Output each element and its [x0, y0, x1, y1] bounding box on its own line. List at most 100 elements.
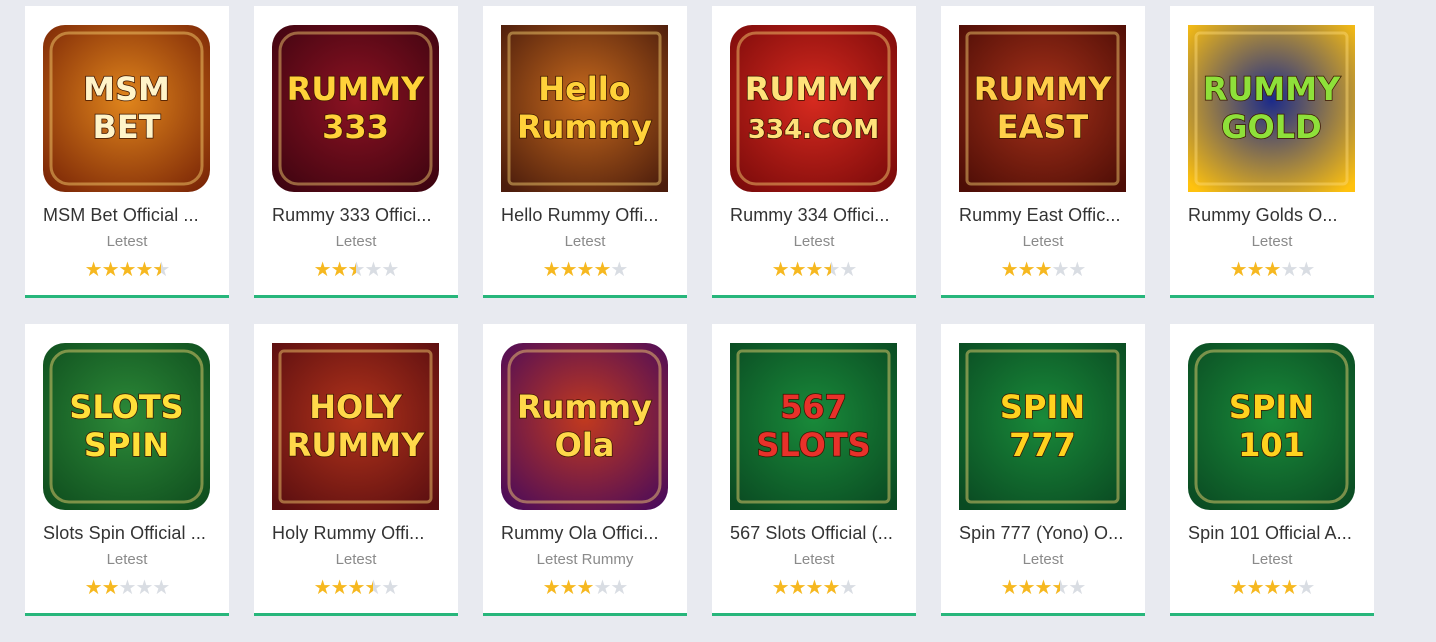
star-icon: ★ — [1297, 259, 1315, 281]
star-icon: ★ — [135, 577, 153, 599]
app-icon-image[interactable]: RUMMY GOLD — [1188, 25, 1355, 192]
star-rating: ★★★★★ — [254, 260, 458, 280]
svg-text:Rummy: Rummy — [517, 388, 652, 426]
app-title[interactable]: Rummy 334 Offici... — [730, 205, 902, 226]
svg-text:SLOTS: SLOTS — [756, 426, 870, 464]
svg-text:Ola: Ola — [555, 426, 615, 464]
star-icon: ★ — [805, 577, 824, 599]
app-card[interactable]: HOLY RUMMY Holy Rummy Offi... Letest ★★★★ ★ — [254, 324, 458, 616]
app-subtitle: Letest — [1022, 551, 1064, 568]
star-icon: ★ — [135, 259, 153, 281]
app-card[interactable]: Hello Rummy Hello Rummy Offi... Letest ★★★★★ — [483, 6, 687, 298]
app-grid: MSMBETMSM Bet Official ...Letest★★★★★RUM… — [25, 6, 1374, 616]
star-rating: ★★★★★ — [254, 578, 458, 598]
star-icon: ★ — [313, 577, 332, 599]
app-title[interactable]: 567 Slots Official (... — [730, 523, 902, 544]
star-rating: ★★★★★ — [25, 578, 229, 598]
svg-text:RUMMY: RUMMY — [287, 426, 425, 464]
svg-text:RUMMY: RUMMY — [745, 70, 883, 108]
star-icon: ★ — [1263, 259, 1282, 281]
star-icon: ★ — [152, 260, 170, 280]
star-rating: ★★★★★ — [1170, 578, 1374, 598]
app-icon-image[interactable]: Hello Rummy — [501, 25, 668, 192]
app-card[interactable]: 567 SLOTS 567 Slots Official (... Letest ★★★… — [712, 324, 916, 616]
app-title[interactable]: Rummy East Offic... — [959, 205, 1131, 226]
star-icon: ★ — [1246, 577, 1265, 599]
svg-text:SPIN: SPIN — [1000, 388, 1085, 426]
app-title[interactable]: Spin 777 (Yono) O... — [959, 523, 1131, 544]
star-icon: ★ — [1229, 259, 1248, 281]
star-icon: ★ — [559, 259, 578, 281]
star-icon: ★ — [118, 259, 137, 281]
star-icon: ★ — [1229, 577, 1248, 599]
app-icon-image[interactable]: HOLY RUMMY — [272, 343, 439, 510]
app-icon-image[interactable]: RUMMY 333 — [272, 25, 439, 192]
app-icon-image[interactable]: SPIN 101 — [1188, 343, 1355, 510]
app-subtitle: Letest Rummy — [536, 551, 634, 568]
app-icon-image[interactable]: Rummy Ola — [501, 343, 668, 510]
app-title[interactable]: Rummy Golds O... — [1188, 205, 1360, 226]
star-icon: ★ — [805, 259, 824, 281]
app-title[interactable]: MSM Bet Official ... — [43, 205, 215, 226]
star-icon: ★ — [1051, 259, 1069, 281]
app-title[interactable]: Rummy 333 Offici... — [272, 205, 444, 226]
star-icon: ★ — [347, 577, 366, 599]
app-subtitle: Letest — [793, 551, 835, 568]
app-title[interactable]: Hello Rummy Offi... — [501, 205, 673, 226]
star-icon: ★ — [822, 260, 840, 280]
star-icon: ★ — [839, 577, 857, 599]
star-icon: ★ — [313, 259, 332, 281]
app-card[interactable]: SPIN 777 Spin 777 (Yono) O... Letest ★★★★ ★ — [941, 324, 1145, 616]
star-icon: ★ — [822, 577, 840, 599]
app-card[interactable]: Rummy Ola Rummy Ola Offici... Letest Rummy ★… — [483, 324, 687, 616]
star-icon: ★ — [1068, 259, 1086, 281]
star-icon: ★ — [1280, 577, 1298, 599]
app-card[interactable]: RUMMY 333 Rummy 333 Offici... Letest ★★★ ★★ — [254, 6, 458, 298]
app-subtitle: Letest — [1251, 551, 1293, 568]
svg-text:RUMMY: RUMMY — [974, 70, 1112, 108]
star-icon: ★ — [559, 577, 578, 599]
app-title[interactable]: Holy Rummy Offi... — [272, 523, 444, 544]
star-icon: ★ — [1297, 577, 1315, 599]
app-card[interactable]: MSM BET MSM Bet Official ... Letest ★★★★★ — [25, 6, 229, 298]
svg-text:Hello: Hello — [538, 70, 630, 108]
star-icon: ★ — [101, 577, 120, 599]
app-title[interactable]: Rummy Ola Offici... — [501, 523, 673, 544]
app-card[interactable]: RUMMY EAST Rummy East Offic... Letest ★★★★★ — [941, 6, 1145, 298]
app-title[interactable]: Spin 101 Official A... — [1188, 523, 1360, 544]
app-subtitle: Letest — [335, 551, 377, 568]
app-icon-image[interactable]: RUMMY EAST — [959, 25, 1126, 192]
app-subtitle: Letest — [106, 551, 148, 568]
star-icon: ★ — [788, 577, 807, 599]
app-card[interactable]: SPIN 101 Spin 101 Official A... Letest ★★★★★ — [1170, 324, 1374, 616]
star-icon: ★ — [84, 577, 103, 599]
star-icon: ★ — [771, 577, 790, 599]
svg-text:567: 567 — [780, 388, 847, 426]
app-icon-image[interactable]: SLOTS SPIN — [43, 343, 210, 510]
svg-text:Rummy: Rummy — [517, 108, 652, 146]
app-icon-image[interactable]: MSM BET — [43, 25, 210, 192]
star-icon: ★ — [1000, 577, 1019, 599]
star-icon: ★ — [542, 577, 561, 599]
svg-text:HOLY: HOLY — [309, 388, 402, 426]
app-title[interactable]: Slots Spin Official ... — [43, 523, 215, 544]
svg-text:777: 777 — [1009, 426, 1076, 464]
star-icon: ★ — [330, 259, 349, 281]
app-icon-image[interactable]: 567 SLOTS — [730, 343, 897, 510]
app-subtitle: Letest — [335, 233, 377, 250]
svg-text:GOLD: GOLD — [1221, 108, 1321, 146]
star-icon: ★ — [364, 578, 382, 598]
app-subtitle: Letest — [1022, 233, 1064, 250]
star-icon: ★ — [1017, 577, 1036, 599]
star-icon: ★ — [576, 259, 595, 281]
star-rating: ★★★★★ — [941, 260, 1145, 280]
star-icon: ★ — [1034, 577, 1053, 599]
app-icon-image[interactable]: SPIN 777 — [959, 343, 1126, 510]
app-card[interactable]: RUMMY GOLD Rummy Golds O... Letest ★★★★★ — [1170, 6, 1374, 298]
svg-text:SLOTS: SLOTS — [69, 388, 183, 426]
app-card[interactable]: RUMMY 334.COM Rummy 334 Offici... Letest ★★★… — [712, 6, 916, 298]
star-rating: ★★★★★ — [25, 260, 229, 280]
app-card[interactable]: SLOTS SPIN Slots Spin Official ... Letest ★★… — [25, 324, 229, 616]
app-subtitle: Letest — [1251, 233, 1293, 250]
app-icon-image[interactable]: RUMMY 334.COM — [730, 25, 897, 192]
